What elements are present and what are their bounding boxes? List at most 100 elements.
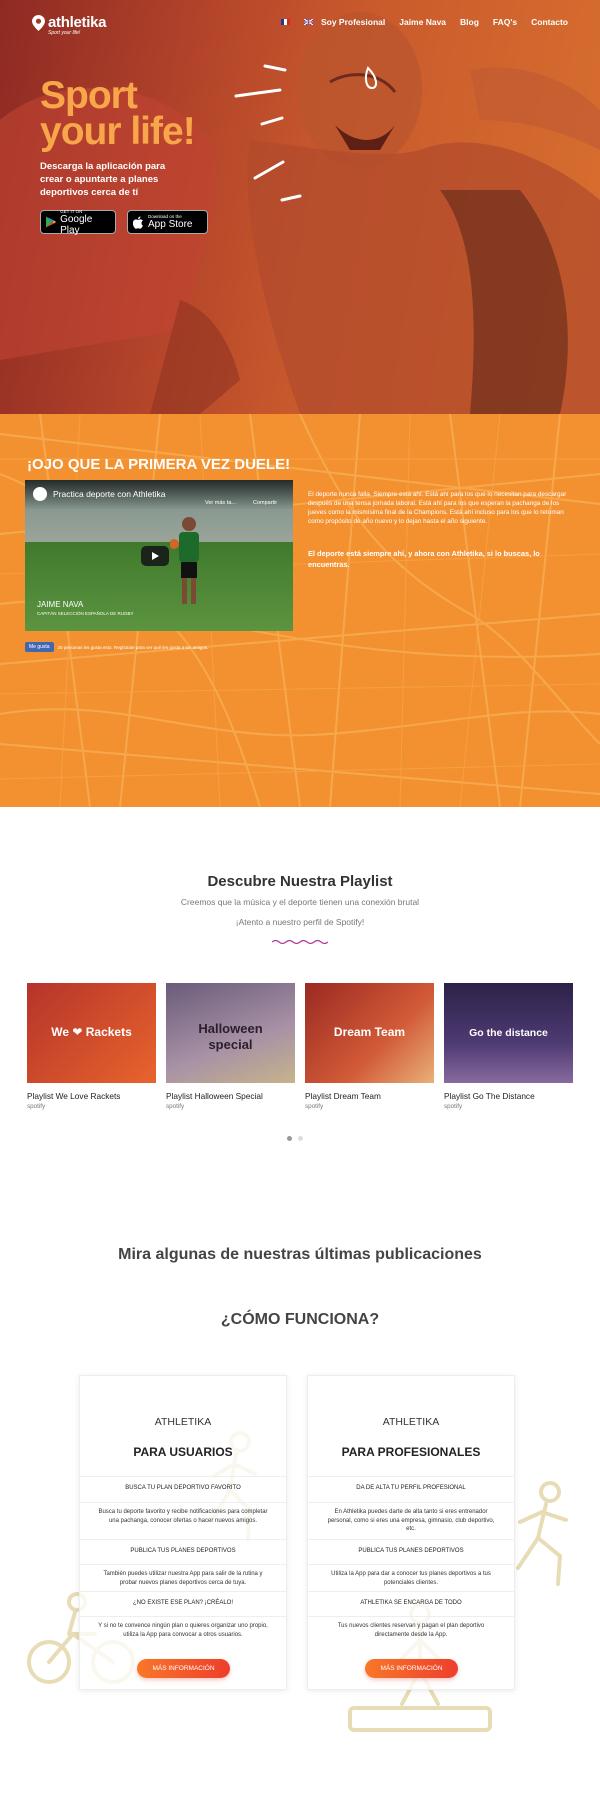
card-section-text: Busca tu deporte favorito y recibe notif…: [98, 1509, 268, 1524]
nav-link-jaime-nava[interactable]: Jaime Nava: [399, 17, 446, 27]
playlist-name[interactable]: Playlist Go The Distance: [444, 1091, 573, 1101]
playlist-card[interactable]: Halloween special Playlist Halloween Spe…: [166, 983, 295, 1110]
uk-flag-icon[interactable]: [304, 19, 313, 25]
watch-later-button[interactable]: Ver más ta...: [205, 500, 236, 506]
playlist-name[interactable]: Playlist We Love Rackets: [27, 1091, 156, 1101]
top-nav: athletika Sport your life! Soy Profesion…: [0, 14, 600, 36]
card-section: Tus nuevos clientes reservan y pagan el …: [308, 1616, 514, 1639]
card-section: También puedes utilizar nuestra App para…: [80, 1564, 286, 1587]
share-button[interactable]: Compartir: [253, 500, 277, 506]
card-section: BUSCA TU PLAN DEPORTIVO FAVORITO: [80, 1476, 286, 1491]
google-play-button[interactable]: GET IT ON Google Play: [40, 209, 116, 236]
facebook-like: Me gusta 29 personas les gusta esto. Reg…: [25, 642, 208, 652]
hero-title: Sport your life!: [40, 76, 240, 151]
logo-tagline: Sport your life!: [48, 30, 81, 36]
playlist-image-text: We ❤ Rackets: [51, 1025, 132, 1039]
logo[interactable]: athletika: [32, 14, 106, 31]
nav-link-blog[interactable]: Blog: [460, 17, 479, 27]
playlist-image[interactable]: Dream Team: [305, 983, 434, 1083]
facebook-like-text: 29 personas les gusta esto. Regístrate p…: [57, 644, 209, 650]
playlist-card[interactable]: We ❤ Rackets Playlist We Love Rackets sp…: [27, 983, 156, 1110]
hero-photo: [0, 12, 600, 414]
card-section: ATHLETIKA SE ENCARGA DE TODO: [308, 1591, 514, 1606]
playlist-source: spotify: [27, 1103, 46, 1110]
carousel-dot-active[interactable]: [287, 1136, 292, 1141]
youtube-video[interactable]: Practica deporte con Athletika Ver más t…: [25, 480, 293, 631]
playlist-card[interactable]: Dream Team Playlist Dream Team spotify: [305, 983, 434, 1110]
video-heading: ¡OJO QUE LA PRIMERA VEZ DUELE!: [27, 456, 291, 473]
card-section-heading: BUSCA TU PLAN DEPORTIVO FAVORITO: [125, 1485, 241, 1491]
card-section-text: Utiliza la App para dar a conocer tus pl…: [331, 1571, 491, 1586]
more-info-button[interactable]: MÁS INFORMACIÓN: [137, 1659, 230, 1678]
app-store-button[interactable]: Download on the App Store: [127, 210, 208, 234]
playlist-subtitle: Creemos que la música y el deporte tiene…: [180, 897, 420, 907]
video-caption-role: CAPITÁN SELECCIÓN ESPAÑOLA DE RUGBY: [37, 611, 134, 616]
video-section: ¡OJO QUE LA PRIMERA VEZ DUELE! Practica …: [0, 414, 600, 807]
card-section-heading: ATHLETIKA SE ENCARGA DE TODO: [360, 1600, 462, 1606]
card-brand: ATHLETIKA: [154, 1416, 212, 1428]
card-section-heading: PUBLICA TUS PLANES DEPORTIVOS: [358, 1548, 464, 1554]
card-title: PARA USUARIOS: [133, 1445, 233, 1459]
google-play-icon: [46, 216, 57, 228]
wavy-divider: [272, 939, 328, 945]
intro-paragraph: El deporte nunca falla. Siempre está ahí…: [308, 491, 567, 525]
nav-link-faqs[interactable]: FAQ's: [493, 17, 517, 27]
card-section: En Athletika puedes darte de alta tanto …: [308, 1502, 514, 1534]
users-card: ATHLETIKA PARA USUARIOS BUSCA TU PLAN DE…: [79, 1375, 287, 1690]
card-section-heading: ¿NO EXISTE ESE PLAN? ¡CRÉALO!: [132, 1600, 234, 1606]
card-section: PUBLICA TUS PLANES DEPORTIVOS: [80, 1539, 286, 1554]
card-section: Y si no te convence ningún plan o quiere…: [80, 1616, 286, 1639]
playlist-title: Descubre Nuestra Playlist: [207, 873, 393, 890]
publications-title: Mira algunas de nuestras últimas publica…: [118, 1246, 482, 1263]
facebook-like-button[interactable]: Me gusta: [25, 642, 54, 652]
card-section-heading: PUBLICA TUS PLANES DEPORTIVOS: [130, 1548, 236, 1554]
how-it-works-title: ¿CÓMO FUNCIONA?: [220, 1311, 380, 1328]
card-section-heading: DA DE ALTA TU PERFIL PROFESIONAL: [356, 1485, 466, 1491]
playlist-image[interactable]: Halloween special: [166, 983, 295, 1083]
more-info-button[interactable]: MÁS INFORMACIÓN: [365, 1659, 458, 1678]
card-section-text: En Athletika puedes darte de alta tanto …: [327, 1509, 495, 1532]
carousel-dot[interactable]: [298, 1136, 303, 1141]
playlist-name[interactable]: Playlist Halloween Special: [166, 1091, 295, 1101]
card-section: Utiliza la App para dar a conocer tus pl…: [308, 1564, 514, 1587]
nav-links: Soy Profesional Jaime Nava Blog FAQ's Co…: [321, 17, 568, 27]
playlist-card[interactable]: Go the distance Playlist Go The Distance…: [444, 983, 573, 1110]
video-title[interactable]: Practica deporte con Athletika: [53, 489, 165, 499]
card-section-text: Y si no te convence ningún plan o quiere…: [98, 1623, 268, 1638]
video-player-figure: [170, 517, 199, 604]
apple-icon: [133, 216, 143, 229]
card-section: DA DE ALTA TU PERFIL PROFESIONAL: [308, 1476, 514, 1491]
playlist-image-text: Go the distance: [469, 1027, 548, 1039]
app-store-big: App Store: [148, 219, 193, 230]
channel-avatar-icon[interactable]: [33, 487, 47, 501]
card-section-text: También puedes utilizar nuestra App para…: [103, 1571, 263, 1586]
page: athletika Sport your life! Soy Profesion…: [0, 0, 600, 1807]
card-brand: ATHLETIKA: [382, 1416, 440, 1428]
playlist-source: spotify: [444, 1103, 463, 1110]
intro-paragraph-bold: El deporte está siempre ahí, y ahora con…: [308, 549, 540, 569]
video-caption-name: JAIME NAVA: [37, 600, 84, 609]
playlist-image[interactable]: Go the distance: [444, 983, 573, 1083]
professionals-card: ATHLETIKA PARA PROFESIONALES DA DE ALTA …: [307, 1375, 515, 1690]
playlist-subtitle-2: ¡Atento a nuestro perfil de Spotify!: [235, 917, 365, 927]
hero-section: athletika Sport your life! Soy Profesion…: [0, 0, 600, 414]
google-play-big: Google Play: [60, 213, 93, 236]
hero-subtitle: Descarga la aplicación para crear o apun…: [40, 161, 166, 198]
playlist-name[interactable]: Playlist Dream Team: [305, 1091, 434, 1101]
playlist-image-text: Halloween special: [198, 1021, 263, 1052]
playlist-image-text: Dream Team: [333, 1025, 406, 1039]
logo-text: athletika: [48, 14, 107, 31]
french-flag-icon[interactable]: [281, 19, 290, 25]
card-title: PARA PROFESIONALES: [341, 1445, 481, 1459]
playlist-image[interactable]: We ❤ Rackets: [27, 983, 156, 1083]
nav-link-soy-profesional[interactable]: Soy Profesional: [321, 17, 385, 27]
card-section: ¿NO EXISTE ESE PLAN? ¡CRÉALO!: [80, 1591, 286, 1606]
card-section: PUBLICA TUS PLANES DEPORTIVOS: [308, 1539, 514, 1554]
location-pin-icon: [32, 14, 45, 31]
playlist-source: spotify: [305, 1103, 324, 1110]
card-section: Busca tu deporte favorito y recibe notif…: [80, 1502, 286, 1525]
nav-link-contacto[interactable]: Contacto: [531, 17, 568, 27]
card-section-text: Tus nuevos clientes reservan y pagan el …: [337, 1623, 485, 1638]
playlist-source: spotify: [166, 1103, 185, 1110]
play-button-icon[interactable]: [141, 546, 169, 566]
